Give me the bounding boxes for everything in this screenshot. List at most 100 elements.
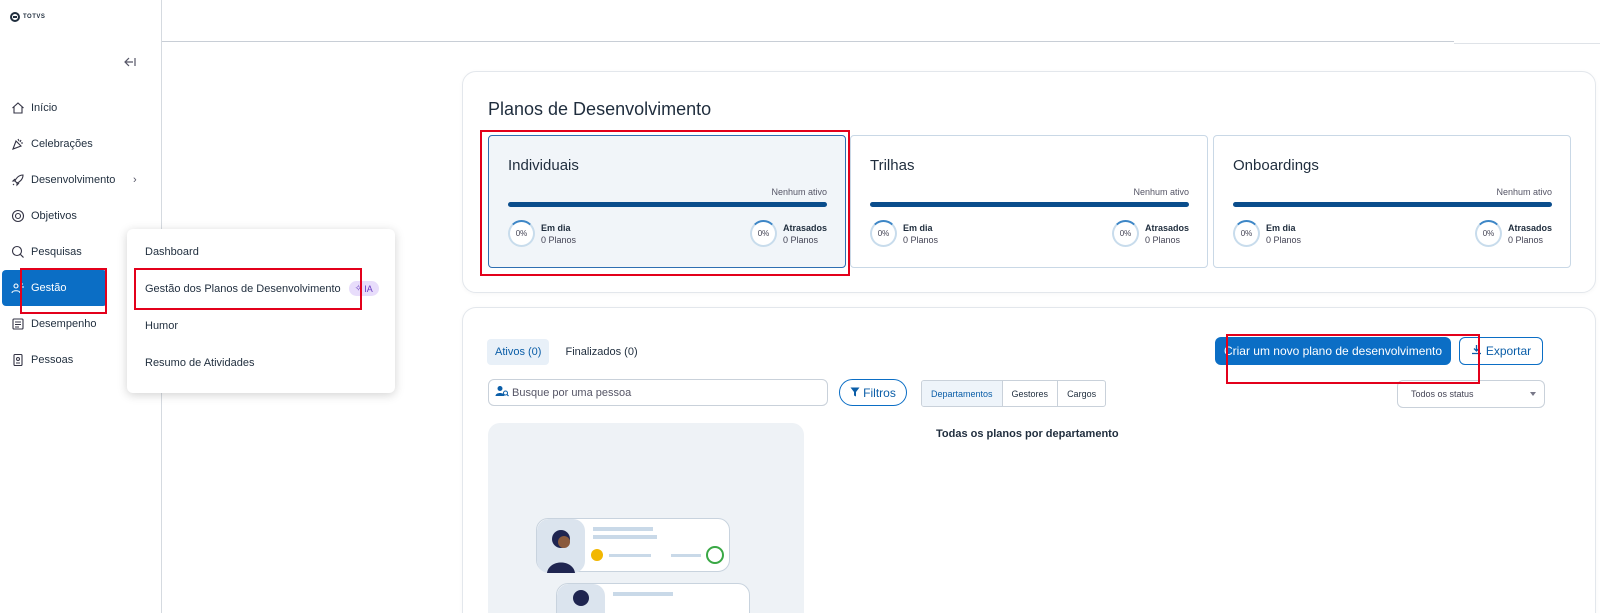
rocket-icon [11, 173, 25, 187]
chevron-down-icon [1530, 392, 1536, 396]
person-search [488, 379, 828, 406]
illustration-card [556, 583, 750, 613]
funnel-icon [850, 386, 860, 400]
submenu-item-gestao-planos[interactable]: Gestão dos Planos de Desenvolvimento ✧ IA [127, 270, 395, 307]
stat-late: 0% Atrasados 0 Planos [749, 220, 827, 247]
person-search-icon [495, 384, 509, 402]
stat-on-time: 0% Em dia 0 Planos [1233, 220, 1301, 247]
sidebar-item-label: Desenvolvimento [31, 174, 116, 186]
stat-count: 0 Planos [782, 234, 819, 245]
status-select[interactable]: Todos os status [1397, 380, 1545, 408]
submenu-item-resumo[interactable]: Resumo de Atividades [127, 344, 395, 381]
stat-label: Atrasados [782, 222, 827, 233]
stat-on-time: 0% Em dia 0 Planos [508, 220, 576, 247]
ia-badge-label: IA [364, 283, 373, 294]
plan-card-status: Nenhum ativo [771, 187, 827, 197]
illustration-card [536, 518, 730, 573]
segment-departamentos[interactable]: Departamentos [922, 381, 1003, 406]
plan-card-individuais[interactable]: Individuais Nenhum ativo 0% Em dia 0 Plan… [488, 135, 846, 268]
target-icon [11, 209, 25, 223]
plan-card-title: Onboardings [1233, 157, 1319, 174]
segment-gestores[interactable]: Gestores [1003, 381, 1059, 406]
sidebar-item-celebracoes[interactable]: Celebrações [0, 126, 161, 162]
sidebar-item-label: Gestão [31, 282, 67, 294]
empty-state-illustration [488, 423, 804, 613]
sparkle-icon: ✧ [354, 283, 363, 293]
tab-ativos[interactable]: Ativos (0) [487, 339, 550, 365]
person-illustration-icon [557, 584, 673, 613]
plan-progress-bar [1233, 202, 1552, 207]
submenu-item-dashboard[interactable]: Dashboard [127, 233, 395, 270]
export-button[interactable]: Exportar [1459, 337, 1543, 365]
progress-ring: 0% [749, 220, 777, 247]
filters-label: Filtros [863, 385, 896, 400]
sidebar-item-label: Pesquisas [31, 246, 82, 258]
submenu-item-label: Gestão dos Planos de Desenvolvimento [145, 282, 341, 295]
chevron-right-icon: › [133, 174, 137, 186]
plan-card-title: Trilhas [870, 157, 915, 174]
stat-late: 0% Atrasados 0 Planos [1474, 220, 1552, 247]
stat-count: 0 Planos [541, 234, 577, 245]
progress-ring: 0% [1474, 220, 1502, 247]
sidebar-item-label: Celebrações [31, 138, 93, 150]
segment-cargos[interactable]: Cargos [1058, 381, 1105, 406]
sidebar-item-label: Pessoas [31, 354, 74, 366]
stat-late: 0% Atrasados 0 Planos [1111, 220, 1189, 247]
progress-ring: 0% [870, 220, 897, 247]
stat-count: 0 Planos [1144, 234, 1181, 245]
badge-icon [11, 353, 25, 367]
create-plan-button[interactable]: Criar um novo plano de desenvolvimento [1215, 337, 1451, 365]
export-label: Exportar [1485, 344, 1532, 358]
plan-card-trilhas[interactable]: Trilhas Nenhum ativo 0% Em dia 0 Planos 0… [850, 135, 1208, 268]
status-tabs: Ativos (0) Finalizados (0) [487, 339, 646, 365]
party-icon [11, 137, 25, 151]
ia-badge: ✧ IA [348, 281, 379, 296]
plan-card-status: Nenhum ativo [1496, 187, 1552, 197]
sidebar-item-gestao[interactable]: Gestão [2, 270, 107, 306]
group-by-segmented: Departamentos Gestores Cargos [921, 380, 1107, 407]
plan-card-title: Individuais [508, 157, 579, 174]
gestao-submenu: Dashboard Gestão dos Planos de Desenvolv… [127, 229, 395, 393]
sidebar-item-inicio[interactable]: Início [0, 90, 161, 126]
stat-on-time: 0% Em dia 0 Planos [870, 220, 938, 247]
plan-progress-bar [508, 202, 827, 207]
filters-button[interactable]: Filtros [839, 379, 907, 406]
progress-ring: 0% [508, 220, 535, 247]
sidebar-item-label: Início [31, 102, 58, 114]
status-select-value: Todos os status [1411, 389, 1474, 399]
download-icon [1471, 344, 1482, 358]
stat-label: Em dia [1266, 222, 1296, 233]
plans-list-card: Ativos (0) Finalizados (0) Criar um novo… [462, 307, 1596, 613]
plan-card-onboardings[interactable]: Onboardings Nenhum ativo 0% Em dia 0 Plan… [1213, 135, 1571, 268]
gestao-icon [11, 281, 25, 295]
stat-count: 0 Planos [903, 234, 939, 245]
stat-label: Atrasados [1507, 222, 1552, 233]
collapse-left-icon[interactable] [124, 56, 136, 70]
section-title: Planos de Desenvolvimento [488, 99, 712, 119]
clipboard-icon [11, 317, 25, 331]
header-divider-right [1454, 43, 1600, 44]
search-icon [11, 245, 25, 259]
sidebar-item-label: Desempenho [31, 318, 97, 330]
submenu-item-humor[interactable]: Humor [127, 307, 395, 344]
stat-label: Em dia [541, 222, 571, 233]
submenu-item-label: Humor [145, 319, 179, 332]
progress-ring: 0% [1111, 220, 1139, 247]
home-icon [11, 101, 25, 115]
submenu-item-label: Resumo de Atividades [145, 356, 255, 369]
tab-finalizados[interactable]: Finalizados (0) [557, 339, 645, 365]
stat-label: Atrasados [1144, 222, 1189, 233]
header-divider [162, 41, 1454, 42]
stat-count: 0 Planos [1507, 234, 1544, 245]
progress-ring: 0% [1233, 220, 1260, 247]
plan-progress-bar [870, 202, 1189, 207]
stat-count: 0 Planos [1266, 234, 1302, 245]
person-illustration-icon [537, 519, 724, 573]
department-title: Todas os planos por departamento [936, 428, 1119, 440]
plans-summary-card: Planos de Desenvolvimento Individuais Ne… [462, 71, 1596, 293]
search-input[interactable] [512, 386, 812, 399]
submenu-item-label: Dashboard [145, 245, 199, 258]
stat-label: Em dia [903, 222, 933, 233]
plan-card-status: Nenhum ativo [1133, 187, 1189, 197]
sidebar-item-desenvolvimento[interactable]: Desenvolvimento › [0, 162, 161, 198]
